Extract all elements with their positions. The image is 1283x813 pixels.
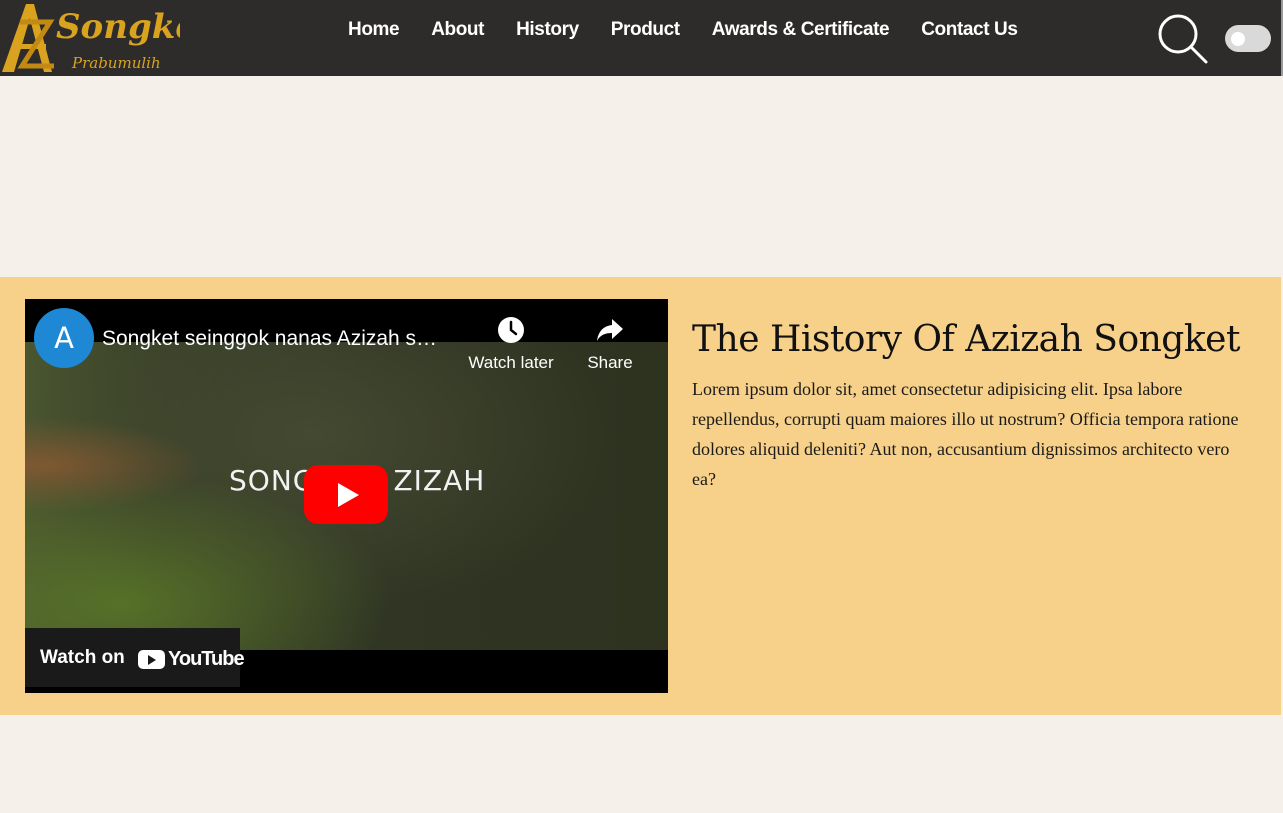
nav-link-product[interactable]: Product [611,18,680,42]
overlay-text-right: ZIZAH [393,464,486,497]
songket-logo[interactable]: Songket Prabumulih [0,0,180,76]
top-navbar: Songket Prabumulih Home About History Pr… [0,0,1283,76]
share-button[interactable]: Share [555,315,665,373]
overlay-text-left: SONG [229,464,316,497]
video-title[interactable]: Songket seinggok nanas Azizah s… [102,327,437,351]
youtube-play-icon [138,650,165,669]
logo-wordmark: Songket [56,7,180,47]
nav-link-awards[interactable]: Awards & Certificate [712,18,890,42]
history-title: The History Of Azizah Songket [692,319,1240,360]
watch-on-label: Watch on [40,647,125,668]
nav-links: Home About History Product Awards & Cert… [348,18,1050,42]
youtube-logo: YouTube [138,648,245,671]
logo-subtext: Prabumulih [71,54,161,72]
youtube-embed[interactable]: A Songket seinggok nanas Azizah s… Watch… [25,299,668,693]
nav-link-home[interactable]: Home [348,18,400,42]
watch-on-youtube-button[interactable]: Watch on YouTube [25,628,245,687]
nav-link-about[interactable]: About [431,18,484,42]
watch-later-button[interactable]: Watch later [456,315,566,373]
nav-link-history[interactable]: History [516,18,579,42]
toggle-knob [1231,32,1245,46]
nav-link-contact[interactable]: Contact Us [921,18,1018,42]
history-body: Lorem ipsum dolor sit, amet consectetur … [692,379,1239,489]
share-label: Share [587,353,633,372]
clock-icon [456,315,566,345]
share-arrow-icon [555,315,665,345]
history-section: A Songket seinggok nanas Azizah s… Watch… [0,277,1281,715]
theme-toggle[interactable] [1225,25,1271,52]
search-icon[interactable] [1156,12,1210,66]
watch-later-label: Watch later [468,353,554,372]
channel-avatar[interactable]: A [34,308,94,368]
youtube-wordmark: YouTube [168,648,245,670]
play-icon [338,483,359,507]
play-button[interactable] [304,465,388,524]
